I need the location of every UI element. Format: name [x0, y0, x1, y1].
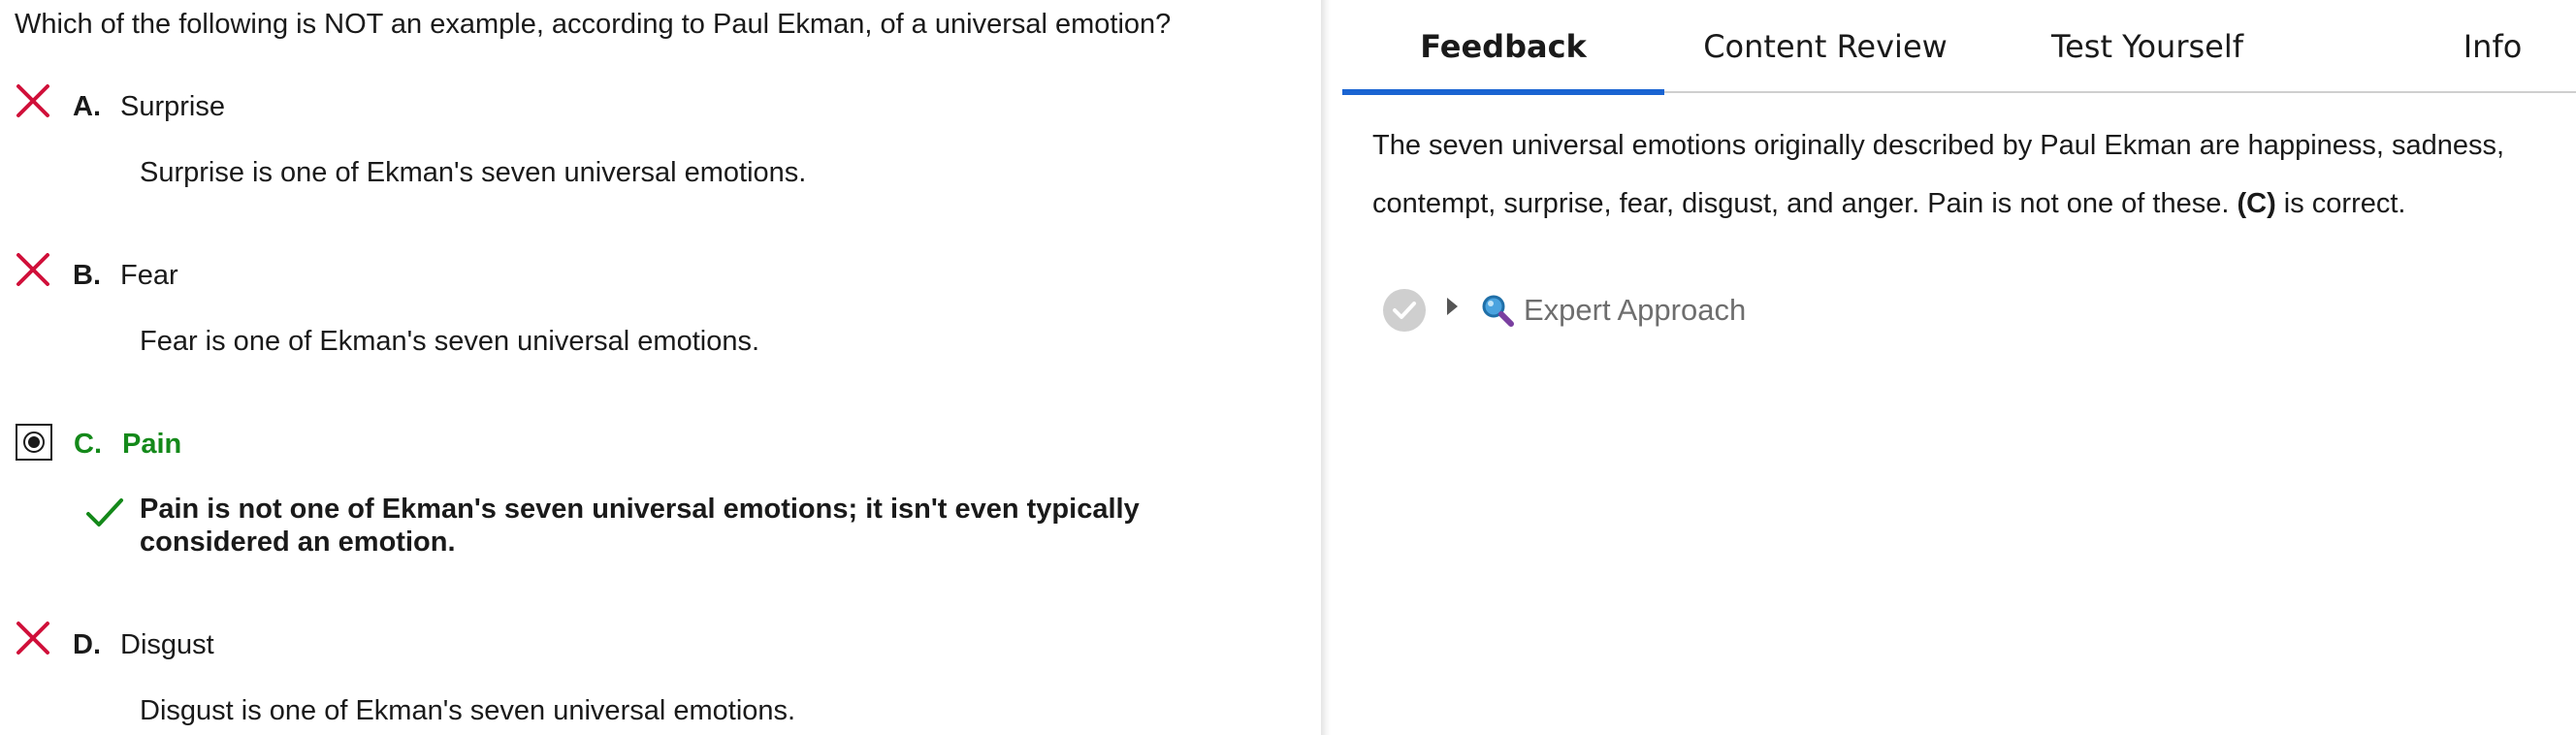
completion-check-icon	[1383, 289, 1426, 332]
choice-text: Fear	[120, 260, 178, 291]
expand-caret-icon[interactable]	[1447, 298, 1458, 315]
tab-bar: Feedback Content Review Test Yourself In…	[1342, 0, 2576, 95]
quiz-review-screen: Which of the following is NOT an example…	[0, 0, 2576, 735]
tab-info[interactable]: Info	[2409, 0, 2576, 93]
feedback-explanation: The seven universal emotions originally …	[1372, 116, 2565, 233]
x-icon	[16, 84, 49, 117]
feedback-conclusion: is correct.	[2275, 188, 2406, 219]
choice-text: Surprise	[120, 91, 225, 122]
tab-feedback[interactable]: Feedback	[1342, 0, 1664, 95]
question-text: Which of the following is NOT an example…	[15, 9, 1172, 40]
magnifier-icon	[1482, 295, 1514, 327]
expert-approach-toggle[interactable]: Expert Approach	[1383, 287, 1746, 334]
choice-explanation: Pain is not one of Ekman's seven univers…	[140, 494, 1140, 558]
tab-content-review[interactable]: Content Review	[1664, 0, 1986, 93]
choice-text: Pain	[122, 429, 182, 460]
x-icon	[16, 253, 49, 286]
question-pane: Which of the following is NOT an example…	[0, 0, 1319, 735]
choice-text: Disgust	[120, 629, 214, 660]
answer-reference: (C)	[2237, 188, 2276, 219]
x-icon	[16, 622, 49, 655]
choice-explanation: Fear is one of Ekman's seven universal e…	[140, 326, 760, 357]
choice-explanation: Disgust is one of Ekman's seven universa…	[140, 695, 796, 726]
choice-letter: B.	[73, 260, 101, 291]
checkmark-icon	[86, 498, 123, 527]
selected-radio[interactable]	[16, 424, 52, 461]
choice-explanation: Surprise is one of Ekman's seven univers…	[140, 157, 807, 188]
choice-letter: C.	[74, 429, 102, 460]
tab-test-yourself[interactable]: Test Yourself	[1986, 0, 2308, 93]
expert-approach-label[interactable]: Expert Approach	[1524, 293, 1746, 328]
feedback-pane: Feedback Content Review Test Yourself In…	[1342, 0, 2576, 735]
radio-button-icon	[23, 431, 45, 453]
choice-letter: A.	[73, 91, 101, 122]
pane-divider[interactable]	[1321, 0, 1331, 735]
choice-letter: D.	[73, 629, 101, 660]
